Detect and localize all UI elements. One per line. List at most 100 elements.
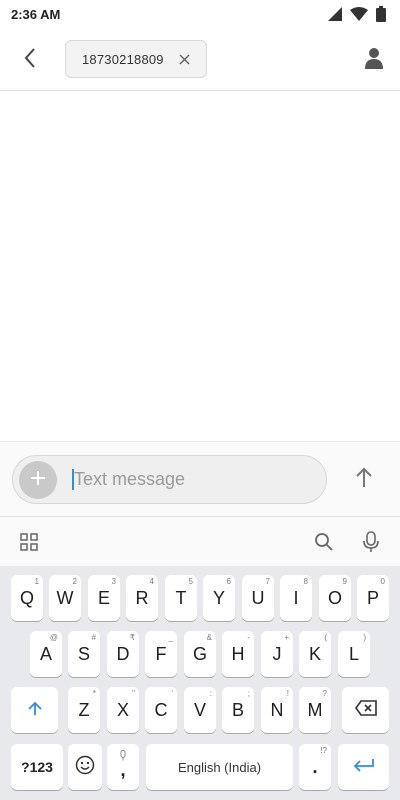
attach-button[interactable] xyxy=(19,461,57,499)
key-y[interactable]: 6Y xyxy=(203,575,235,621)
key-hint: 0 xyxy=(380,577,385,586)
key-label: F xyxy=(155,643,167,664)
key-q[interactable]: 1Q xyxy=(11,575,43,621)
key-hint: !? xyxy=(320,746,327,755)
key-e[interactable]: 3E xyxy=(88,575,120,621)
compose-area: Text message xyxy=(0,441,400,516)
comma-key[interactable]: , xyxy=(107,744,139,790)
send-button[interactable] xyxy=(349,461,379,497)
key-label: R xyxy=(135,587,149,608)
back-button[interactable] xyxy=(16,46,44,74)
key-label: X xyxy=(116,699,129,720)
key-hint: 7 xyxy=(265,577,270,586)
key-a[interactable]: @ A xyxy=(30,631,62,677)
chevron-left-icon xyxy=(23,47,37,74)
key-hint: ) xyxy=(363,633,366,642)
status-time: 2:36 AM xyxy=(11,7,61,22)
key-k[interactable]: (K xyxy=(299,631,331,677)
key-s[interactable]: # S xyxy=(68,631,100,677)
emoji-key[interactable] xyxy=(68,744,102,790)
battery-icon xyxy=(376,6,386,27)
key-label: C xyxy=(154,699,168,720)
key-label: H xyxy=(231,643,245,664)
period-label: . xyxy=(312,756,318,777)
messaging-screen: 2:36 AM 18730218809 Text message 1 Q 2 W… xyxy=(0,0,400,800)
key-i[interactable]: 8I xyxy=(280,575,312,621)
backspace-key[interactable] xyxy=(342,687,389,733)
key-v[interactable]: :V xyxy=(184,687,216,733)
key-hint: ( xyxy=(324,633,327,642)
key-b[interactable]: ; B xyxy=(222,687,254,733)
enter-icon xyxy=(353,758,375,777)
key-c[interactable]: ' C xyxy=(145,687,177,733)
key-label: W xyxy=(56,587,74,608)
grid-icon[interactable] xyxy=(16,529,42,555)
key-hint: 6 xyxy=(226,577,231,586)
message-input[interactable]: Text message xyxy=(74,469,185,490)
key-hint: ; xyxy=(247,689,250,698)
key-hint: 9 xyxy=(342,577,347,586)
key-label: G xyxy=(192,643,207,664)
arrow-up-icon xyxy=(355,466,373,493)
key-hint: ' xyxy=(171,689,173,698)
key-z[interactable]: * Z xyxy=(68,687,100,733)
key-label: J xyxy=(272,643,282,664)
key-p[interactable]: 0P xyxy=(357,575,389,621)
key-label: P xyxy=(366,587,379,608)
key-hint: 8 xyxy=(303,577,308,586)
keyboard-toolbar xyxy=(0,516,400,566)
key-label: M xyxy=(307,699,323,720)
key-n[interactable]: ! N xyxy=(261,687,293,733)
shift-key[interactable] xyxy=(11,687,58,733)
status-icons xyxy=(328,6,386,27)
key-hint: _ xyxy=(168,633,173,642)
key-r[interactable]: 4R xyxy=(126,575,158,621)
period-key[interactable]: !? . xyxy=(299,744,331,790)
key-hint: - xyxy=(247,633,250,642)
symbols-label: ?123 xyxy=(21,759,53,775)
key-j[interactable]: + J xyxy=(261,631,293,677)
key-label: K xyxy=(308,643,321,664)
key-hint: & xyxy=(206,633,212,642)
key-x[interactable]: " X xyxy=(107,687,139,733)
microphone-icon[interactable] xyxy=(358,529,384,555)
key-hint: 1 xyxy=(34,577,39,586)
search-icon[interactable] xyxy=(311,529,337,555)
key-d[interactable]: ₹ D xyxy=(107,631,139,677)
key-o[interactable]: 9O xyxy=(319,575,351,621)
key-w[interactable]: 2W xyxy=(49,575,81,621)
contact-button[interactable] xyxy=(360,46,388,74)
key-label: I xyxy=(293,587,299,608)
key-label: E xyxy=(97,587,110,608)
key-m[interactable]: ? M xyxy=(299,687,331,733)
shift-arrow-icon xyxy=(27,700,43,721)
key-hint: 5 xyxy=(188,577,193,586)
key-hint: ? xyxy=(322,689,327,698)
conversation-header: 18730218809 xyxy=(0,30,400,91)
recipient-chip[interactable]: 18730218809 xyxy=(65,40,207,78)
key-l[interactable]: ) L xyxy=(338,631,370,677)
microphone-icon xyxy=(119,748,127,766)
key-u[interactable]: 7U xyxy=(242,575,274,621)
key-hint: " xyxy=(132,689,135,698)
space-key[interactable]: English (India) xyxy=(146,744,293,790)
key-hint: 2 xyxy=(72,577,77,586)
status-bar: 2:36 AM xyxy=(0,0,400,30)
key-t[interactable]: 5T xyxy=(165,575,197,621)
close-icon[interactable] xyxy=(176,51,192,67)
recipient-number: 18730218809 xyxy=(82,51,164,67)
key-label: O xyxy=(327,587,342,608)
emoji-icon xyxy=(75,755,95,780)
key-g[interactable]: & G xyxy=(184,631,216,677)
key-label: Q xyxy=(19,587,34,608)
wifi-icon xyxy=(350,7,368,26)
symbols-key[interactable]: ?123 xyxy=(11,744,63,790)
key-f[interactable]: _ F xyxy=(145,631,177,677)
key-label: S xyxy=(77,643,90,664)
key-label: B xyxy=(231,699,244,720)
key-label: Y xyxy=(212,587,225,608)
key-label: V xyxy=(193,699,206,720)
key-hint: 3 xyxy=(111,577,116,586)
key-h[interactable]: -H xyxy=(222,631,254,677)
enter-key[interactable] xyxy=(338,744,389,790)
